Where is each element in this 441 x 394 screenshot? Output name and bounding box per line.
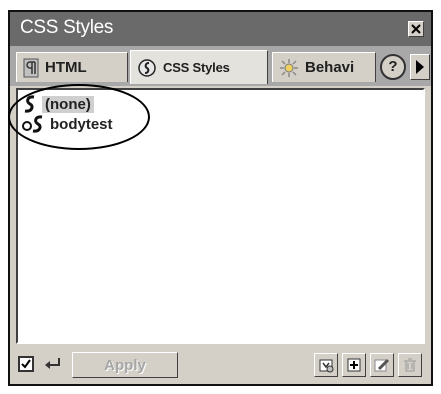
apply-button[interactable]: Apply <box>72 352 178 378</box>
title-bar[interactable]: CSS Styles <box>10 12 431 46</box>
arrow-right-icon <box>416 60 424 74</box>
highlight-circle <box>8 84 150 150</box>
edit-style-sheet-icon <box>374 358 390 372</box>
behaviors-icon <box>280 58 298 77</box>
css-styles-panel: CSS Styles HTML Behavi CSS Styles ? (non… <box>8 10 433 386</box>
tab-css-styles[interactable]: CSS Styles <box>130 50 268 84</box>
paragraph-icon <box>23 58 39 77</box>
tab-html[interactable]: HTML <box>16 52 128 82</box>
delete-style-button[interactable] <box>398 353 422 377</box>
close-button[interactable] <box>408 21 424 37</box>
attach-style-sheet-button[interactable] <box>314 353 338 377</box>
edit-style-sheet-button[interactable] <box>370 353 394 377</box>
apply-button-label: Apply <box>104 356 146 374</box>
apply-checkbox[interactable] <box>18 356 34 372</box>
help-button[interactable]: ? <box>380 54 406 80</box>
tab-behaviors[interactable]: Behavi <box>272 52 376 82</box>
tab-behaviors-label: Behavi <box>305 59 355 76</box>
tab-bar: HTML Behavi CSS Styles ? <box>10 46 431 86</box>
attach-style-sheet-icon <box>319 359 334 373</box>
scroll-tabs-right-button[interactable] <box>410 54 430 80</box>
help-icon: ? <box>388 58 398 75</box>
enter-key-icon <box>45 358 60 369</box>
tab-css-styles-label: CSS Styles <box>163 60 230 75</box>
bottom-toolbar: Apply <box>10 346 431 384</box>
new-style-icon <box>347 358 361 372</box>
checkmark-icon <box>21 359 31 369</box>
new-style-button[interactable] <box>342 353 366 377</box>
tab-html-label: HTML <box>45 59 87 76</box>
close-icon <box>411 24 421 34</box>
css-styles-icon <box>138 58 156 77</box>
delete-style-icon <box>404 358 416 372</box>
window-title: CSS Styles <box>20 17 114 38</box>
styles-list[interactable]: (none) bodytest <box>8 84 425 344</box>
